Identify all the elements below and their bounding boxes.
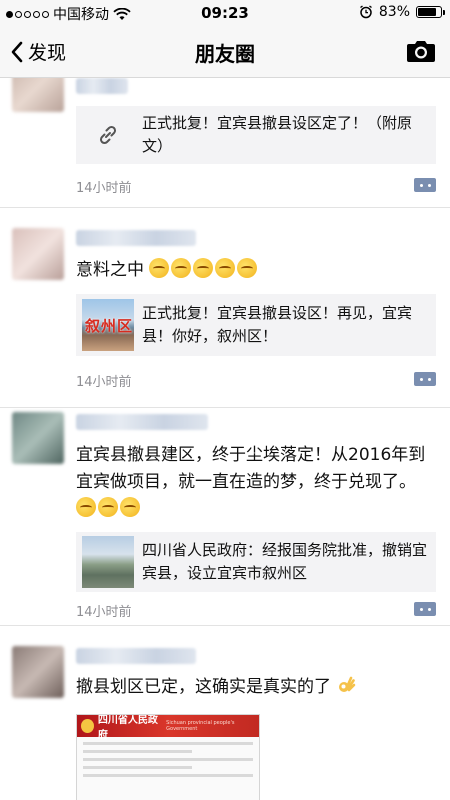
emoji-icon <box>149 258 170 278</box>
battery-percent: 83% <box>378 4 410 20</box>
avatar[interactable] <box>12 412 64 464</box>
link-thumbnail: 叙州区 <box>82 299 134 351</box>
navigation-bar: 发现 朋友圈 <box>0 28 450 76</box>
post-text: 意料之中 <box>76 257 436 284</box>
ok-hand-emoji-icon <box>336 675 356 695</box>
image-subtitle: Sichuan provincial people's Government <box>166 720 235 732</box>
emoji-icon <box>171 258 192 278</box>
moment-post: 撤县划区已定，这确实是真实的了 四川省人民政府 Sichuan provinci… <box>0 626 450 800</box>
moment-post: 正式批复！宜宾县撤县设区定了！（附原文） 14小时前 <box>0 78 450 208</box>
back-label: 发现 <box>28 42 67 64</box>
chevron-left-icon <box>11 41 23 62</box>
post-text: 宜宾县撤县建区，终于尘埃落定！从2016年到宜宾做项目，就一直在造的梦，终于兑现… <box>76 442 436 523</box>
post-text-content: 宜宾县撤县建区，终于尘埃落定！从2016年到宜宾做项目，就一直在造的梦，终于兑现… <box>76 445 426 492</box>
emoji-icon <box>120 497 140 517</box>
thumbnail-label: 叙州区 <box>85 317 134 335</box>
back-button[interactable]: 发现 <box>10 38 66 65</box>
moment-post: 意料之中 叙州区 正式批复！宜宾县撤县设区！再见，宜宾县！你好，叙州区！ 14小… <box>0 208 450 408</box>
moments-feed[interactable]: 正式批复！宜宾县撤县设区定了！（附原文） 14小时前 意料之中 叙州区 正式批复… <box>0 78 450 800</box>
avatar[interactable] <box>12 646 64 698</box>
link-thumbnail <box>82 536 134 588</box>
post-text: 撤县划区已定，这确实是真实的了 <box>76 674 436 701</box>
emoji-icon <box>76 497 96 517</box>
emoji-icon <box>193 258 214 278</box>
username[interactable] <box>76 230 196 246</box>
link-title: 正式批复！宜宾县撤县设区！再见，宜宾县！你好，叙州区！ <box>142 304 413 345</box>
battery-icon <box>416 6 445 18</box>
post-text-content: 撤县划区已定，这确实是真实的了 <box>76 677 331 697</box>
username[interactable] <box>76 78 128 94</box>
post-time: 14小时前 <box>76 375 132 390</box>
gov-banner: 四川省人民政府 Sichuan provincial people's Gove… <box>77 715 259 741</box>
emoji-icon <box>98 497 118 517</box>
avatar[interactable] <box>12 78 64 112</box>
avatar[interactable] <box>12 228 64 280</box>
emoji-icon <box>215 258 236 278</box>
status-bar: 中国移动 09:23 83% <box>0 0 450 26</box>
post-time: 14小时前 <box>76 605 132 620</box>
link-card[interactable]: 四川省人民政府：经报国务院批准，撤销宜宾县，设立宜宾市叙州区 <box>76 532 436 592</box>
image-title: 四川省人民政府 <box>97 715 158 741</box>
status-right: 83% <box>359 4 445 20</box>
emoji-icon <box>237 258 258 278</box>
emblem-icon <box>81 719 94 733</box>
link-title: 四川省人民政府：经报国务院批准，撤销宜宾县，设立宜宾市叙州区 <box>142 541 428 582</box>
alarm-clock-icon <box>359 5 372 19</box>
moment-post: 宜宾县撤县建区，终于尘埃落定！从2016年到宜宾做项目，就一直在造的梦，终于兑现… <box>0 408 450 626</box>
page-title: 朋友圈 <box>195 42 255 66</box>
top-bar: 中国移动 09:23 83% 发现 朋友圈 <box>0 0 450 78</box>
comment-button[interactable] <box>414 178 436 192</box>
comment-button[interactable] <box>414 602 436 616</box>
link-card[interactable]: 正式批复！宜宾县撤县设区定了！（附原文） <box>76 106 436 164</box>
comment-button[interactable] <box>414 372 436 386</box>
camera-icon[interactable] <box>406 38 436 64</box>
post-image[interactable]: 四川省人民政府 Sichuan provincial people's Gove… <box>76 714 260 800</box>
link-title: 正式批复！宜宾县撤县设区定了！（附原文） <box>142 114 413 155</box>
post-text-content: 意料之中 <box>76 260 144 280</box>
username[interactable] <box>76 648 196 664</box>
link-card[interactable]: 叙州区 正式批复！宜宾县撤县设区！再见，宜宾县！你好，叙州区！ <box>76 294 436 356</box>
link-icon <box>82 109 134 161</box>
username[interactable] <box>76 414 208 430</box>
post-time: 14小时前 <box>76 181 132 196</box>
